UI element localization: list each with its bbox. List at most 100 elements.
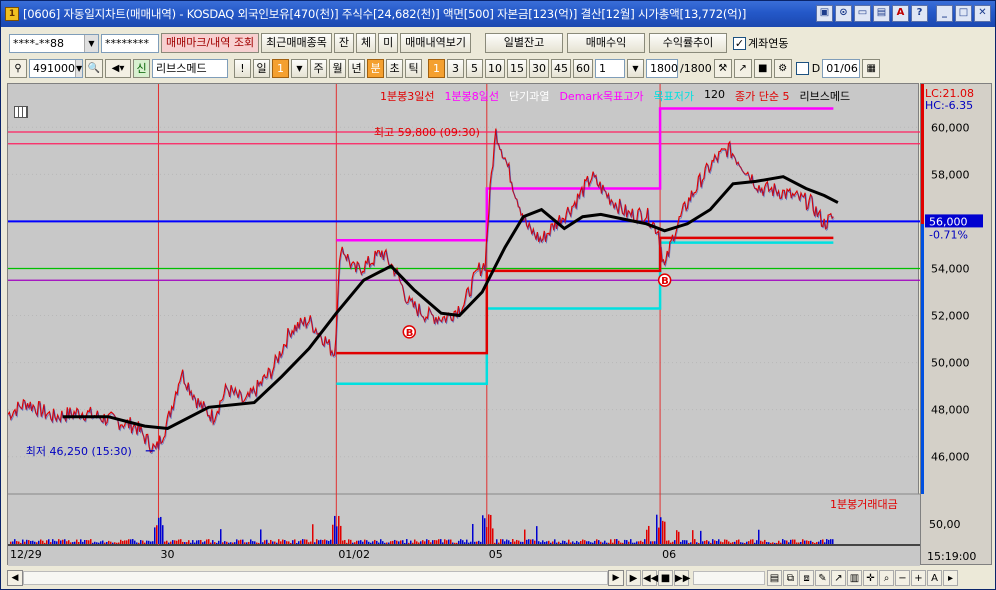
date-input[interactable]: 01/06 xyxy=(822,58,861,78)
price-chart[interactable]: B B 최고 59,800 (09:30) 최저 46,250 (15:30) 1… xyxy=(8,84,920,566)
stop-icon[interactable]: ■ xyxy=(658,570,673,586)
volume-bar xyxy=(148,540,150,544)
tab-balance[interactable]: 잔 xyxy=(333,33,355,53)
speed-slider[interactable] xyxy=(693,571,765,585)
alert-icon[interactable]: ! xyxy=(234,58,251,78)
chevron-right-icon[interactable]: ▸ xyxy=(943,570,958,586)
stock-code-field[interactable]: 491000 ▼ xyxy=(29,58,83,78)
profit-trend-button[interactable]: 수익률추이 xyxy=(649,33,728,53)
period-month-button[interactable]: 월 xyxy=(329,58,346,78)
trade-profit-button[interactable]: 매매수익 xyxy=(567,33,646,53)
trade-mark-button[interactable]: 매매마크/내역 조회 xyxy=(161,33,260,53)
pin-icon[interactable]: ⚲ xyxy=(9,58,27,78)
volume-bar xyxy=(72,542,74,544)
recent-trades-button[interactable]: 최근매매종목 xyxy=(261,33,332,53)
stock-name-field[interactable]: 리브스메드 xyxy=(152,58,228,78)
period-day-button[interactable]: 일 xyxy=(253,58,270,78)
daily-balance-button[interactable]: 일별잔고 xyxy=(485,33,564,53)
indicator-icon[interactable]: ↗ xyxy=(733,58,752,78)
legend-item-stock[interactable]: 리브스메드 xyxy=(800,88,851,104)
date-checkbox[interactable] xyxy=(795,61,809,75)
legend-item-demark-high[interactable]: Demark목표고가 xyxy=(559,88,643,104)
legend-item-ma8[interactable]: 1분봉8일선 xyxy=(444,88,498,104)
grid-toggle-icon[interactable] xyxy=(14,106,28,118)
legend-item-ma3[interactable]: 1분봉3일선 xyxy=(380,88,434,104)
lock-icon[interactable]: ▤ xyxy=(873,5,890,22)
scroll-right-icon[interactable]: ▶ xyxy=(608,570,624,586)
volume-bar xyxy=(300,540,302,544)
search-icon[interactable]: 🔍 xyxy=(85,58,103,78)
password-field[interactable]: ******** xyxy=(101,33,159,53)
calendar-icon[interactable]: ▦ xyxy=(862,58,881,78)
chevron-down-icon[interactable]: ▼ xyxy=(627,58,644,78)
legend-item-close-sma5[interactable]: 종가 단순 5 xyxy=(735,88,789,104)
volume-bar xyxy=(754,542,756,544)
link-icon[interactable]: ⊙ xyxy=(835,5,852,22)
rewind-icon[interactable]: ◀◀ xyxy=(642,570,658,586)
period-second-button[interactable]: 초 xyxy=(386,58,403,78)
period-tick-button[interactable]: 틱 xyxy=(405,58,422,78)
chart-panel[interactable]: B B 최고 59,800 (09:30) 최저 46,250 (15:30) 1… xyxy=(7,83,920,566)
layers-icon[interactable]: ⧈ xyxy=(799,570,814,586)
speaker-icon[interactable]: ◀▾ xyxy=(105,58,131,78)
copy-icon[interactable]: ⧉ xyxy=(783,570,798,586)
account-link-checkbox[interactable]: ✓ xyxy=(733,36,747,50)
volume-bar xyxy=(722,542,724,544)
help-icon[interactable]: ? xyxy=(911,5,928,22)
interval-15-button[interactable]: 15 xyxy=(507,58,527,78)
font-icon[interactable]: A xyxy=(892,5,909,22)
legend-item-overheat[interactable]: 단기과열 xyxy=(509,88,549,104)
minus-icon[interactable]: − xyxy=(895,570,910,586)
draw-icon[interactable]: ✎ xyxy=(815,570,830,586)
text-icon[interactable]: A xyxy=(927,570,942,586)
gear-icon[interactable]: ⚙ xyxy=(773,58,792,78)
interval-1-button[interactable]: 1 xyxy=(428,58,445,78)
volume-bar xyxy=(328,540,330,544)
interval-10-button[interactable]: 10 xyxy=(485,58,505,78)
zoom-icon[interactable]: ⌕ xyxy=(879,570,894,586)
period-year-button[interactable]: 년 xyxy=(348,58,365,78)
volume-bar xyxy=(780,542,782,544)
tab-executed[interactable]: 체 xyxy=(356,33,377,53)
interval-input[interactable]: 1 xyxy=(595,58,625,78)
interval-3-button[interactable]: 3 xyxy=(447,58,464,78)
period-minute-button[interactable]: 분 xyxy=(367,58,384,78)
plus-icon[interactable]: + xyxy=(911,570,926,586)
maximize-icon[interactable]: □ xyxy=(955,5,972,22)
minimize-icon[interactable]: _ xyxy=(936,5,953,22)
tab-unfilled[interactable]: 미 xyxy=(378,33,399,53)
interval-45-button[interactable]: 45 xyxy=(551,58,571,78)
save-icon[interactable]: ■ xyxy=(753,58,772,78)
forward-icon[interactable]: ▶▶ xyxy=(674,570,690,586)
cross-icon[interactable]: ✛ xyxy=(863,570,878,586)
close-icon[interactable]: ✕ xyxy=(974,5,991,22)
chevron-down-icon[interactable]: ▼ xyxy=(75,59,83,77)
period-dropdown[interactable]: 1 xyxy=(272,58,289,78)
play-icon[interactable]: ▶ xyxy=(626,570,641,586)
horizontal-scrollbar[interactable] xyxy=(23,571,608,585)
window-icon[interactable]: ▭ xyxy=(854,5,871,22)
volume-bar xyxy=(744,542,746,544)
trend-icon[interactable]: ↗ xyxy=(831,570,846,586)
period-week-button[interactable]: 주 xyxy=(310,58,327,78)
volume-bar xyxy=(372,541,374,544)
volume-bar xyxy=(664,521,666,544)
account-select[interactable]: ****-**88 ▼ xyxy=(9,33,99,53)
count-input[interactable]: 1800 xyxy=(646,58,678,78)
tool-icon[interactable]: ⚒ xyxy=(713,58,732,78)
volume-bar xyxy=(198,540,200,544)
legend-item-demark-low[interactable]: 목표저가 xyxy=(654,88,694,104)
legend-item-120[interactable]: 120 xyxy=(704,88,725,104)
chevron-down-icon[interactable]: ▼ xyxy=(84,34,98,52)
trade-history-button[interactable]: 매매내역보기 xyxy=(400,33,472,53)
screen-copy-icon[interactable]: ▣ xyxy=(816,5,833,22)
interval-30-button[interactable]: 30 xyxy=(529,58,549,78)
volume-bar xyxy=(494,542,496,544)
bar-icon[interactable]: ▥ xyxy=(847,570,862,586)
interval-60-button[interactable]: 60 xyxy=(573,58,593,78)
interval-5-button[interactable]: 5 xyxy=(466,58,483,78)
scroll-left-icon[interactable]: ◀ xyxy=(7,570,23,586)
chevron-down-icon[interactable]: ▼ xyxy=(291,58,308,78)
volume-bar xyxy=(206,539,208,544)
layout-icon[interactable]: ▤ xyxy=(767,570,782,586)
